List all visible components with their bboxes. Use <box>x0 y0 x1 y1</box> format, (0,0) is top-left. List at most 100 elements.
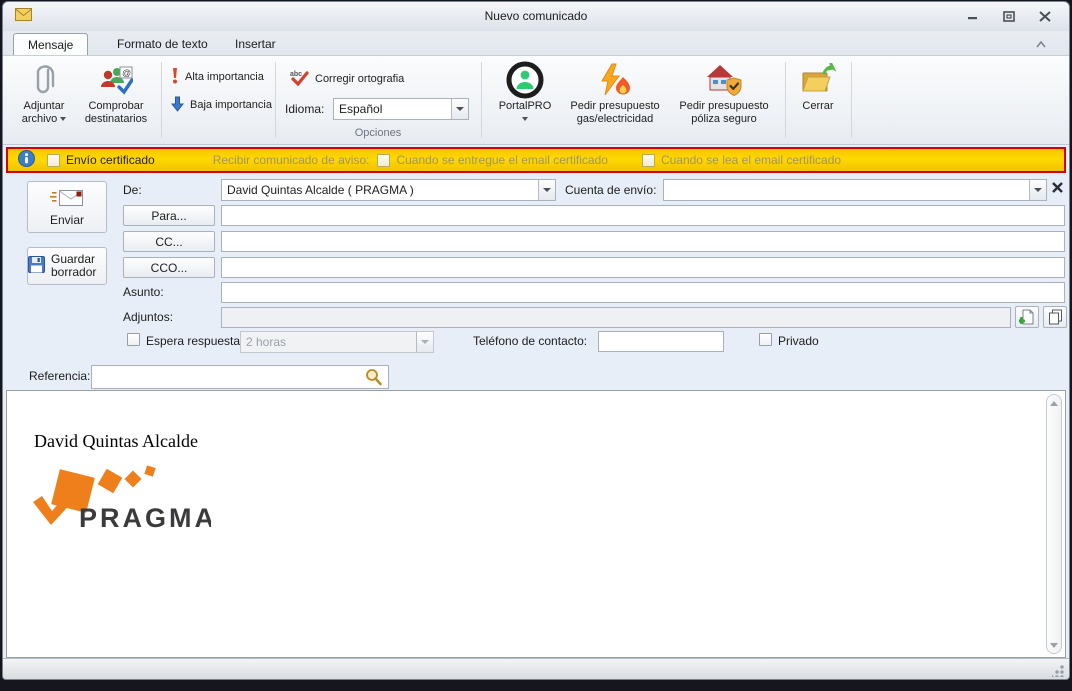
svg-text:PRAGMA: PRAGMA <box>79 503 211 533</box>
language-dropdown-icon[interactable] <box>451 99 468 119</box>
send-account-dropdown-icon[interactable] <box>1029 180 1046 200</box>
minimize-button[interactable] <box>963 8 983 24</box>
portalpro-button[interactable]: PortalPRO <box>489 60 561 140</box>
close-folder-icon <box>800 60 836 100</box>
send-label: Enviar <box>50 213 84 227</box>
notice-label: Recibir comunicado de aviso: <box>213 153 370 167</box>
ribbon-separator <box>161 62 162 138</box>
attachments-input[interactable] <box>221 307 1011 328</box>
pragma-logo: PRAGMA <box>31 459 211 540</box>
compose-window: Nuevo comunicado Mensaje Formato de text… <box>2 1 1070 680</box>
window-title: Nuevo comunicado <box>3 9 1069 23</box>
from-dropdown-icon[interactable] <box>538 180 555 200</box>
low-importance-button[interactable]: Baja importancia <box>167 94 276 116</box>
certified-alert-bar: Envío certificado Recibir comunicado de … <box>6 147 1066 173</box>
attach-dropdown-caret <box>60 117 66 121</box>
certified-send-label: Envío certificado <box>66 153 155 167</box>
send-button[interactable]: Enviar <box>27 181 107 233</box>
portalpro-icon <box>506 60 544 100</box>
language-value: Español <box>334 99 451 119</box>
send-envelope-icon <box>50 188 84 211</box>
high-importance-icon <box>171 67 179 87</box>
ribbon: Adjuntar archivo @ Comprobar destinatari… <box>3 55 1069 145</box>
send-account-value <box>664 180 1029 200</box>
private-checkbox[interactable] <box>759 333 772 346</box>
status-bar <box>3 658 1069 680</box>
signature-name: David Quintas Alcalde <box>34 431 198 452</box>
spellcheck-button[interactable]: abc Corregir ortografia <box>285 68 408 90</box>
close-ribbon-button[interactable]: Cerrar <box>791 60 845 140</box>
reference-input[interactable] <box>91 365 389 389</box>
options-group-label: Opciones <box>275 127 481 139</box>
quote-insurance-button[interactable]: Pedir presupuesto póliza seguro <box>671 60 777 140</box>
scroll-up-icon[interactable] <box>1047 396 1061 410</box>
subject-label: Asunto: <box>123 285 164 299</box>
check-recipients-button[interactable]: @ Comprobar destinatarios <box>75 60 157 140</box>
ribbon-tab-row: Mensaje Formato de texto Insertar <box>3 31 1069 55</box>
phone-input[interactable] <box>598 331 724 352</box>
private-label: Privado <box>778 334 819 348</box>
copy-attachment-button[interactable] <box>1043 306 1067 328</box>
add-attachment-button[interactable] <box>1015 306 1039 328</box>
ribbon-separator <box>851 62 852 138</box>
message-body-editor[interactable]: David Quintas Alcalde PRAGMA <box>6 390 1066 658</box>
tab-mensaje[interactable]: Mensaje <box>13 33 88 55</box>
wait-reply-value: 2 horas <box>241 332 416 352</box>
wait-reply-checkbox[interactable] <box>127 333 140 346</box>
clear-account-icon[interactable] <box>1051 181 1064 197</box>
tab-formato-de-texto[interactable]: Formato de texto <box>103 33 222 55</box>
on-read-label: Cuando se lea el email certificado <box>661 153 841 167</box>
maximize-button[interactable] <box>999 8 1019 24</box>
ribbon-separator <box>785 62 786 138</box>
save-draft-label: Guardar borrador <box>51 253 106 279</box>
lightning-flame-icon <box>597 60 633 100</box>
svg-text:@: @ <box>122 68 131 78</box>
attachments-label: Adjuntos: <box>123 310 173 324</box>
to-button[interactable]: Para... <box>123 205 215 226</box>
low-importance-icon <box>171 96 184 115</box>
high-importance-button[interactable]: Alta importancia <box>167 66 268 88</box>
send-account-combobox[interactable] <box>663 179 1047 201</box>
save-draft-button[interactable]: Guardar borrador <box>27 247 107 285</box>
reference-label: Referencia: <box>29 369 90 383</box>
collapse-ribbon-icon[interactable] <box>1035 37 1047 51</box>
quote-gas-button[interactable]: Pedir presupuesto gas/electricidad <box>563 60 667 140</box>
body-scrollbar[interactable] <box>1046 394 1062 654</box>
resize-grip[interactable] <box>1052 665 1064 677</box>
from-combobox[interactable]: David Quintas Alcalde ( PRAGMA ) <box>221 179 556 201</box>
bcc-input[interactable] <box>221 257 1065 278</box>
send-account-label: Cuenta de envío: <box>565 183 656 197</box>
ribbon-separator <box>481 62 482 138</box>
language-combobox[interactable]: Español <box>333 98 469 120</box>
cc-input[interactable] <box>221 231 1065 252</box>
to-input[interactable] <box>221 205 1065 226</box>
house-shield-icon <box>705 60 743 100</box>
title-bar: Nuevo comunicado <box>3 2 1069 31</box>
info-icon[interactable] <box>18 150 35 170</box>
close-button[interactable] <box>1035 8 1055 24</box>
portalpro-dropdown-caret <box>522 117 528 121</box>
recipients-check-icon: @ <box>99 60 133 100</box>
bcc-button[interactable]: CCO... <box>123 257 215 278</box>
cc-button[interactable]: CC... <box>123 231 215 252</box>
on-read-checkbox[interactable] <box>642 154 655 167</box>
from-value: David Quintas Alcalde ( PRAGMA ) <box>222 180 538 200</box>
subject-input[interactable] <box>221 282 1065 303</box>
scroll-down-icon[interactable] <box>1047 638 1061 652</box>
wait-reply-combobox[interactable]: 2 horas <box>240 331 434 353</box>
phone-label: Teléfono de contacto: <box>473 334 587 348</box>
reference-search-icon[interactable] <box>364 368 383 390</box>
spellcheck-icon: abc <box>289 69 309 89</box>
on-delivered-label: Cuando se entregue el email certificado <box>396 153 607 167</box>
save-floppy-icon <box>28 256 45 276</box>
svg-text:abc: abc <box>290 71 302 78</box>
attach-file-button[interactable]: Adjuntar archivo <box>15 60 73 140</box>
certified-send-checkbox[interactable] <box>47 154 60 167</box>
language-label: Idioma: <box>285 102 324 116</box>
from-label: De: <box>123 183 142 197</box>
compose-form: Enviar Guardar borrador De: David Quinta… <box>3 173 1069 390</box>
wait-reply-dropdown-icon <box>416 332 433 352</box>
on-delivered-checkbox[interactable] <box>377 154 390 167</box>
tab-insertar[interactable]: Insertar <box>221 33 290 55</box>
paperclip-icon <box>33 60 55 100</box>
